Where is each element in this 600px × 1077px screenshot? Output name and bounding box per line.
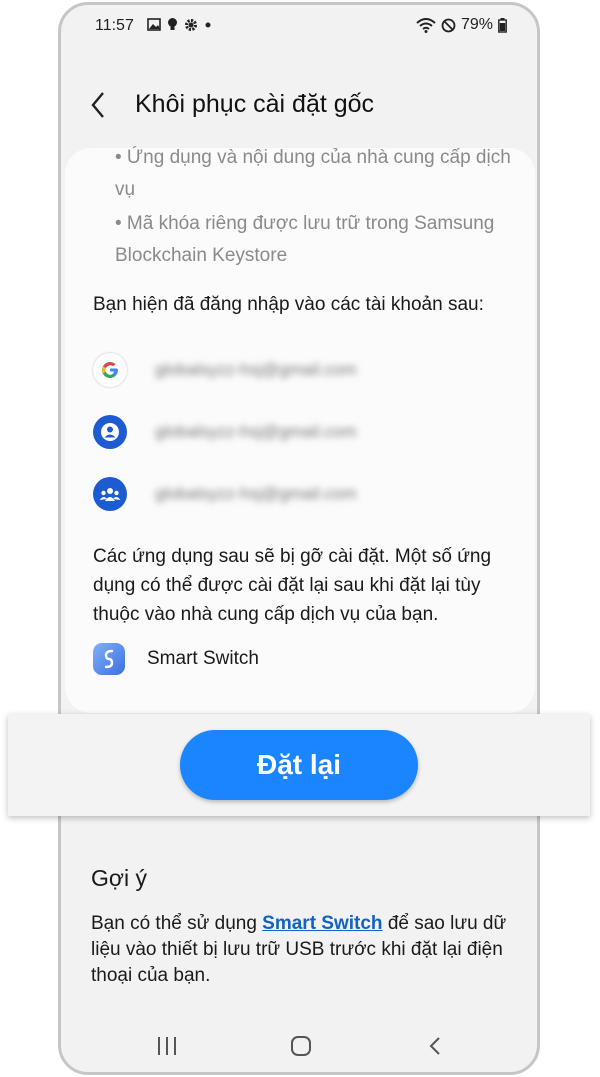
dot-icon: [205, 22, 211, 27]
settings-icon: [185, 18, 197, 31]
account-email: globalsyzz-hsj@gmail.com: [155, 360, 357, 379]
bullet-item: • Ứng dụng và nội dung của nhà cung cấp …: [115, 147, 511, 200]
battery-icon: [498, 17, 507, 33]
apps-heading: Các ứng dụng sau sẽ bị gỡ cài đặt. Một s…: [93, 546, 492, 625]
battery-percent: 79%: [460, 16, 493, 33]
phone-frame: 11:57 79% Khôi phục cài đặt gốc • Ứng dụ…: [58, 2, 540, 1075]
account-row: globalsyzz-hsj@gmail.com: [93, 350, 523, 390]
dnd-icon: [441, 18, 456, 32]
app-row: Smart Switch: [93, 643, 259, 675]
accounts-heading: Bạn hiện đã đăng nhập vào các tài khoản …: [93, 294, 484, 315]
account-row: globalsyzz-hsj@gmail.com: [93, 412, 523, 452]
smart-switch-link[interactable]: Smart Switch: [262, 913, 382, 934]
page-title: Khôi phục cài đặt gốc: [135, 90, 375, 118]
back-icon: [429, 1037, 440, 1055]
content-card: • Ứng dụng và nội dung của nhà cung cấp …: [65, 147, 535, 713]
wifi-icon: [416, 17, 436, 33]
status-icons-right: 79%: [416, 16, 507, 34]
bulb-icon: [168, 18, 177, 30]
gallery-icon: [147, 18, 161, 31]
home-button[interactable]: [290, 1035, 312, 1062]
samsung-account-icon: [93, 415, 127, 449]
google-icon: [93, 353, 127, 387]
status-icons-left: [147, 17, 212, 32]
family-group-icon: [93, 477, 127, 511]
account-row: globalsyzz-hsj@gmail.com: [93, 474, 523, 514]
navigation-bar: [61, 1023, 537, 1072]
nav-back-button[interactable]: [427, 1035, 443, 1062]
reset-button-highlight: Đặt lại: [8, 714, 590, 816]
recents-icon: [158, 1037, 176, 1055]
recents-button[interactable]: [156, 1035, 178, 1062]
hint-title: Gợi ý: [91, 865, 147, 891]
back-button[interactable]: [87, 89, 117, 125]
home-icon: [291, 1036, 311, 1056]
bullet-item: • Mã khóa riêng được lưu trữ trong Samsu…: [115, 213, 495, 266]
hint-text-before: Bạn có thể sử dụng: [91, 913, 263, 934]
status-time: 11:57: [95, 17, 134, 34]
account-email: globalsyzz-hsj@gmail.com: [155, 484, 357, 503]
status-bar: 11:57 79%: [61, 5, 537, 45]
smart-switch-icon: [93, 643, 125, 675]
account-email: globalsyzz-hsj@gmail.com: [155, 422, 357, 441]
reset-button[interactable]: Đặt lại: [180, 730, 418, 800]
app-label: Smart Switch: [147, 648, 259, 669]
app-header: Khôi phục cài đặt gốc: [61, 85, 537, 129]
chevron-left-icon: [91, 92, 104, 118]
hint-text: Bạn có thể sử dụng Smart Switch để sao l…: [91, 911, 521, 989]
